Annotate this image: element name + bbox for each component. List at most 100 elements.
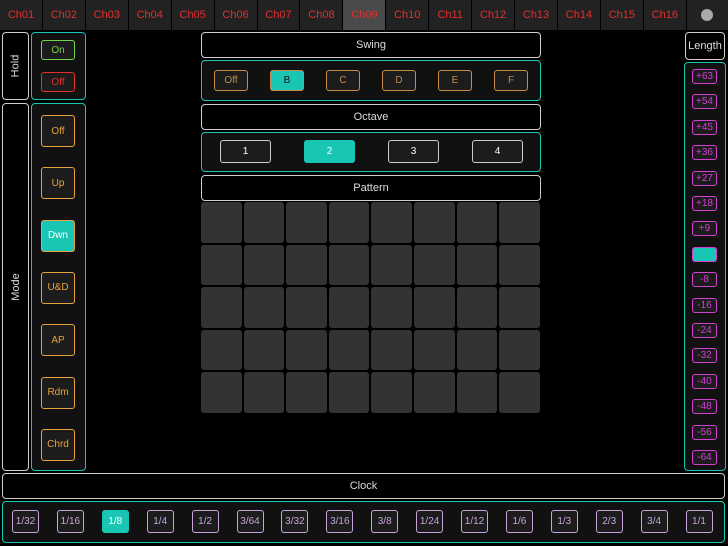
pattern-cell[interactable]: [286, 244, 327, 286]
length-button-6[interactable]: +9: [692, 221, 717, 237]
clock-button-4[interactable]: 1/2: [191, 510, 219, 533]
pattern-cell[interactable]: [414, 329, 455, 371]
octave-button-3[interactable]: 3: [388, 140, 439, 163]
pattern-cell[interactable]: [201, 287, 242, 328]
length-button-10[interactable]: -24: [692, 323, 717, 338]
pattern-cell[interactable]: [499, 329, 540, 371]
pattern-cell[interactable]: [201, 202, 242, 243]
settings-dot-button[interactable]: [686, 0, 728, 30]
pattern-cell[interactable]: [499, 287, 540, 328]
pattern-cell[interactable]: [243, 372, 285, 413]
clock-button-15[interactable]: 1/1: [685, 510, 713, 533]
clock-button-14[interactable]: 3/4: [640, 510, 668, 533]
length-button-7[interactable]: 0: [692, 246, 717, 262]
pattern-cell[interactable]: [371, 329, 412, 371]
length-button-0[interactable]: +63: [692, 69, 717, 84]
length-button-12[interactable]: -40: [692, 373, 717, 389]
channel-tab-ch06[interactable]: Ch06: [214, 0, 257, 30]
mode-button-5[interactable]: Rdm: [41, 376, 75, 409]
channel-tab-ch15[interactable]: Ch15: [600, 0, 643, 30]
clock-button-2[interactable]: 1/8: [101, 510, 129, 533]
pattern-cell[interactable]: [499, 372, 540, 413]
clock-button-3[interactable]: 1/4: [146, 510, 174, 533]
mode-button-0[interactable]: Off: [41, 115, 75, 147]
pattern-cell[interactable]: [414, 287, 455, 328]
length-button-11[interactable]: -32: [692, 348, 717, 364]
length-button-9[interactable]: -16: [692, 297, 717, 313]
clock-button-10[interactable]: 1/12: [461, 510, 488, 533]
length-button-13[interactable]: -48: [692, 399, 717, 415]
channel-tab-ch03[interactable]: Ch03: [85, 0, 128, 30]
swing-button-0[interactable]: Off: [214, 70, 248, 91]
pattern-cell[interactable]: [371, 202, 412, 243]
mode-button-3[interactable]: U&D: [41, 271, 75, 304]
pattern-cell[interactable]: [371, 244, 412, 286]
octave-button-2[interactable]: 2: [304, 140, 355, 163]
length-button-14[interactable]: -56: [692, 424, 717, 440]
pattern-cell[interactable]: [328, 287, 370, 328]
channel-tab-ch04[interactable]: Ch04: [128, 0, 171, 30]
swing-button-1[interactable]: B: [270, 70, 304, 91]
clock-button-11[interactable]: 1/6: [505, 510, 533, 533]
length-button-4[interactable]: +27: [692, 170, 717, 186]
channel-tab-ch08[interactable]: Ch08: [300, 0, 343, 30]
swing-button-2[interactable]: C: [326, 70, 360, 91]
clock-button-8[interactable]: 3/8: [371, 510, 399, 533]
length-button-8[interactable]: -8: [692, 272, 717, 288]
pattern-cell[interactable]: [371, 287, 412, 328]
pattern-cell[interactable]: [499, 202, 540, 243]
pattern-cell[interactable]: [243, 329, 285, 371]
pattern-cell[interactable]: [371, 372, 412, 413]
channel-tab-ch16[interactable]: Ch16: [643, 0, 686, 30]
channel-tab-ch09[interactable]: Ch09: [343, 0, 386, 30]
channel-tab-ch02[interactable]: Ch02: [42, 0, 85, 30]
channel-tab-ch14[interactable]: Ch14: [557, 0, 600, 30]
length-button-1[interactable]: +54: [692, 94, 717, 110]
pattern-cell[interactable]: [201, 244, 242, 286]
channel-tab-ch10[interactable]: Ch10: [386, 0, 429, 30]
clock-button-9[interactable]: 1/24: [416, 510, 444, 533]
pattern-cell[interactable]: [456, 372, 498, 413]
channel-tab-ch01[interactable]: Ch01: [0, 0, 42, 30]
clock-button-5[interactable]: 3/64: [236, 510, 264, 533]
pattern-cell[interactable]: [286, 287, 327, 328]
pattern-cell[interactable]: [243, 202, 285, 243]
clock-button-7[interactable]: 3/16: [326, 510, 354, 533]
hold-on-button[interactable]: On: [41, 40, 75, 60]
pattern-cell[interactable]: [414, 202, 455, 243]
channel-tab-ch07[interactable]: Ch07: [257, 0, 300, 30]
clock-button-1[interactable]: 1/16: [56, 510, 84, 533]
mode-button-1[interactable]: Up: [41, 167, 75, 200]
length-button-15[interactable]: -64: [692, 450, 717, 465]
swing-button-3[interactable]: D: [382, 70, 416, 91]
pattern-cell[interactable]: [456, 287, 498, 328]
pattern-cell[interactable]: [456, 329, 498, 371]
mode-button-4[interactable]: AP: [41, 324, 75, 357]
channel-tab-ch13[interactable]: Ch13: [515, 0, 557, 30]
pattern-cell[interactable]: [286, 202, 327, 243]
length-button-5[interactable]: +18: [692, 196, 717, 211]
pattern-cell[interactable]: [243, 287, 285, 328]
mode-button-2[interactable]: Dwn: [41, 219, 75, 252]
length-button-2[interactable]: +45: [692, 119, 717, 135]
pattern-cell[interactable]: [456, 244, 498, 286]
mode-button-6[interactable]: Chrd: [41, 428, 75, 461]
hold-off-button[interactable]: Off: [41, 72, 75, 92]
pattern-cell[interactable]: [201, 329, 242, 371]
channel-tab-ch11[interactable]: Ch11: [429, 0, 472, 30]
pattern-cell[interactable]: [328, 244, 370, 286]
octave-button-4[interactable]: 4: [472, 140, 523, 163]
pattern-cell[interactable]: [328, 372, 370, 413]
pattern-cell[interactable]: [243, 244, 285, 286]
channel-tab-ch05[interactable]: Ch05: [171, 0, 214, 30]
clock-button-13[interactable]: 2/3: [595, 510, 623, 533]
pattern-cell[interactable]: [499, 244, 540, 286]
clock-button-6[interactable]: 3/32: [281, 510, 309, 533]
pattern-cell[interactable]: [286, 329, 327, 371]
pattern-cell[interactable]: [414, 244, 455, 286]
clock-button-0[interactable]: 1/32: [12, 510, 39, 533]
clock-button-12[interactable]: 1/3: [550, 510, 578, 533]
octave-button-1[interactable]: 1: [220, 140, 271, 163]
swing-button-5[interactable]: F: [494, 70, 528, 91]
pattern-cell[interactable]: [201, 372, 242, 413]
